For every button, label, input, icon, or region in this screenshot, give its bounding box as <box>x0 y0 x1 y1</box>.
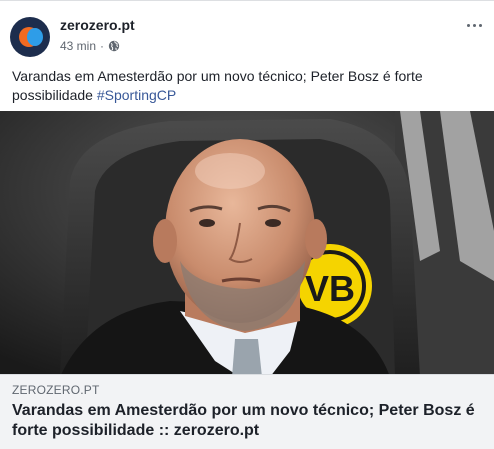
link-preview-card[interactable]: ZEROZERO.PT Varandas em Amesterdão por u… <box>0 374 494 449</box>
facebook-post: zerozero.pt 43 min · Varandas em Amester… <box>0 0 494 449</box>
page-name[interactable]: zerozero.pt <box>60 17 135 33</box>
svg-text:VB: VB <box>305 268 355 309</box>
timestamp[interactable]: 43 min <box>60 39 96 53</box>
post-header: zerozero.pt 43 min · <box>10 15 484 59</box>
more-options-icon[interactable] <box>464 17 484 33</box>
logo-blue-shape <box>27 28 43 46</box>
avatar[interactable] <box>10 17 50 57</box>
post-message: Varandas em Amesterdão por um novo técni… <box>12 68 423 103</box>
meta-separator: · <box>100 39 105 53</box>
hashtag-link[interactable]: #SportingCP <box>97 87 176 103</box>
post-meta: 43 min · <box>60 39 120 53</box>
post-text: Varandas em Amesterdão por um novo técni… <box>12 67 482 105</box>
globe-icon[interactable] <box>108 40 120 52</box>
link-title[interactable]: Varandas em Amesterdão por um novo técni… <box>12 401 482 441</box>
link-image[interactable]: VB <box>0 111 494 377</box>
peter-bosz-photo: VB <box>0 111 494 377</box>
link-domain: ZEROZERO.PT <box>12 383 100 397</box>
